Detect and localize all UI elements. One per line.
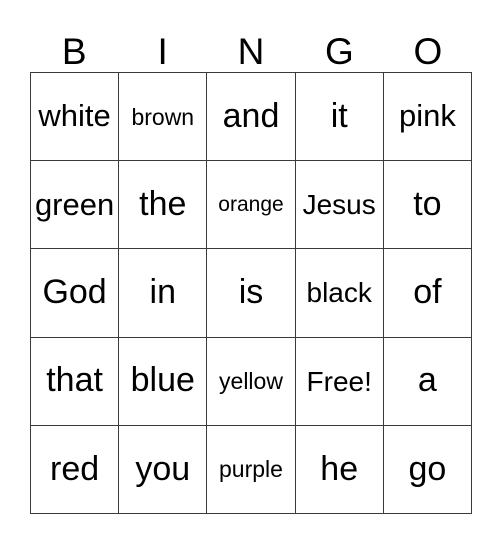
bingo-cell-label: red [50,449,100,488]
bingo-grid: white brown and it pink green the orange Jesus to… [30,72,472,514]
bingo-cell[interactable]: to [383,161,472,250]
bingo-cell-label: in [149,273,177,312]
bingo-cell-label: that [46,361,103,400]
bingo-cell[interactable]: white [31,73,120,162]
bingo-cell[interactable]: Free! [295,337,384,426]
bingo-cell[interactable]: black [295,249,384,338]
bingo-cell-label: purple [219,456,283,483]
bingo-header-letter-b: B [61,31,87,72]
bingo-header-letter-i: I [157,31,168,72]
bingo-header-row: BINGO [30,18,472,72]
bingo-cell[interactable]: yellow [207,337,296,426]
bingo-cell[interactable]: that [31,337,120,426]
bingo-cell[interactable]: purple [207,425,296,514]
bingo-cell[interactable]: he [295,425,384,514]
bingo-cell[interactable]: the [119,161,208,250]
bingo-cell-label: is [238,273,264,312]
bingo-cell-label: a [417,361,437,400]
bingo-cell-label: yellow [219,368,283,395]
bingo-cell-label: orange [218,192,284,216]
bingo-cell[interactable]: of [383,249,472,338]
bingo-cell-label: pink [398,98,456,134]
bingo-cell-label: brown [131,103,195,130]
bingo-cell-label: and [222,96,280,135]
bingo-cell[interactable]: orange [207,161,296,250]
bingo-card: B I N G O white brown and it pink green the orange J… [0,0,500,544]
bingo-cell-label: white [38,98,111,134]
bingo-cell-label: green [34,186,115,222]
bingo-cell[interactable]: it [295,73,384,162]
bingo-cell-label: go [408,449,447,488]
bingo-cell[interactable]: blue [119,337,208,426]
bingo-header-letter-o: O [413,31,443,72]
bingo-cell-label: God [42,273,107,312]
bingo-cell-label: of [413,273,442,312]
bingo-header-letter-n: N [237,31,265,72]
bingo-cell-label: you [135,449,191,488]
bingo-cell-label: the [139,184,187,223]
bingo-cell-label: black [306,277,372,309]
bingo-cell-label: to [413,184,442,223]
bingo-cell[interactable]: in [119,249,208,338]
bingo-cell-label: Free! [306,365,372,397]
bingo-cell[interactable]: green [31,161,120,250]
bingo-cell-label: Jesus [302,189,376,221]
bingo-cell[interactable]: you [119,425,208,514]
bingo-header-letter-g: G [325,31,354,72]
bingo-cell-label: he [320,449,359,488]
bingo-cell[interactable]: pink [383,73,472,162]
bingo-cell[interactable]: brown [119,73,208,162]
bingo-cell-label: blue [130,361,195,400]
bingo-cell[interactable]: is [207,249,296,338]
bingo-cell[interactable]: go [383,425,472,514]
bingo-cell[interactable]: God [31,249,120,338]
bingo-cell[interactable]: red [31,425,120,514]
bingo-cell[interactable]: Jesus [295,161,384,250]
bingo-cell-label: it [330,96,348,135]
bingo-cell[interactable]: a [383,337,472,426]
bingo-cell[interactable]: and [207,73,296,162]
